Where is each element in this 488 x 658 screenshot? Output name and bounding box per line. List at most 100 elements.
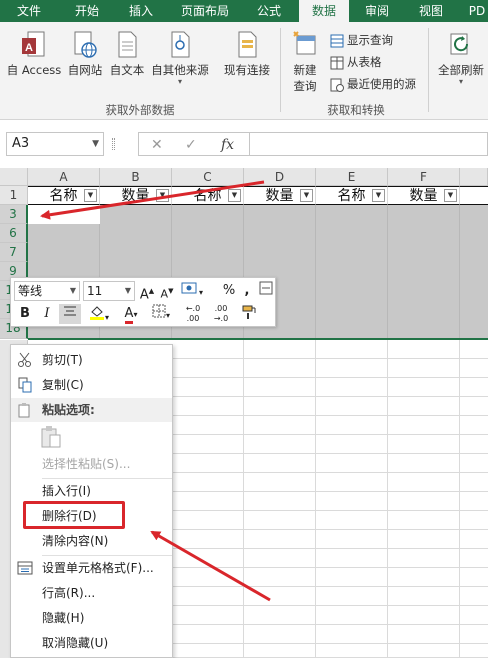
menu-item-format-cells[interactable]: 设置单元格格式(F)... bbox=[11, 556, 174, 580]
font-name-select[interactable]: 等线 ▼ bbox=[14, 281, 80, 301]
percent-style-button[interactable]: % bbox=[221, 281, 237, 301]
menu-item-clear-contents[interactable]: 清除内容(N) bbox=[11, 529, 174, 553]
row-header[interactable]: 7 bbox=[0, 243, 28, 262]
decrease-decimal-button[interactable]: .00 →.0 bbox=[209, 304, 233, 324]
accounting-format-button[interactable]: ▾ bbox=[179, 281, 205, 301]
menu-item-hide[interactable]: 隐藏(H) bbox=[11, 606, 174, 630]
row-header[interactable]: 1 bbox=[0, 186, 28, 205]
show-queries-label: 显示查询 bbox=[347, 33, 393, 47]
refresh-all-label: 全部刷新 bbox=[438, 63, 484, 77]
filter-dropdown-icon[interactable]: ▼ bbox=[300, 189, 313, 202]
borders-button[interactable]: ▾ bbox=[147, 304, 175, 324]
menu-item-label: 隐藏(H) bbox=[42, 611, 85, 625]
column-header[interactable]: C bbox=[172, 168, 244, 186]
new-query-label-2: 查询 bbox=[293, 79, 317, 93]
menu-item-copy[interactable]: 复制(C) bbox=[11, 373, 174, 397]
menu-item-cut[interactable]: 剪切(T) bbox=[11, 348, 174, 372]
menu-item-row-height[interactable]: 行高(R)... bbox=[11, 581, 174, 605]
column-header[interactable]: A bbox=[28, 168, 100, 186]
merge-icon bbox=[259, 281, 273, 295]
tab-pdf[interactable]: PD bbox=[462, 0, 488, 22]
formula-bar: A3 ▼ ✕ ✓ fx bbox=[0, 120, 488, 168]
recent-sources-button[interactable]: 最近使用的源 bbox=[330, 76, 416, 92]
new-query-icon bbox=[293, 31, 316, 55]
column-header[interactable]: B bbox=[100, 168, 172, 186]
enter-icon[interactable]: ✓ bbox=[185, 137, 197, 153]
menu-item-paste-special[interactable]: 选择性粘贴(S)... bbox=[11, 452, 174, 476]
tab-home[interactable]: 开始 bbox=[64, 0, 110, 22]
cancel-icon[interactable]: ✕ bbox=[151, 137, 163, 153]
formula-input[interactable] bbox=[250, 132, 488, 156]
group-label-get-transform: 获取和转换 bbox=[327, 103, 385, 117]
merge-center-button[interactable] bbox=[258, 281, 274, 301]
align-center-button[interactable] bbox=[59, 304, 81, 324]
from-table-button[interactable]: 从表格 bbox=[330, 54, 382, 70]
header-cell[interactable]: 数量 ▼ bbox=[100, 186, 172, 205]
copy-icon bbox=[18, 377, 32, 393]
tab-page-layout[interactable]: 页面布局 bbox=[174, 0, 236, 22]
tab-view[interactable]: 视图 bbox=[408, 0, 454, 22]
tab-file[interactable]: 文件 bbox=[6, 0, 52, 22]
chevron-down-icon[interactable]: ▼ bbox=[92, 133, 99, 155]
header-cell[interactable]: 名称 ▼ bbox=[172, 186, 244, 205]
filter-dropdown-icon[interactable]: ▼ bbox=[228, 189, 241, 202]
menu-item-label: 复制(C) bbox=[42, 378, 84, 392]
header-cell[interactable] bbox=[460, 186, 488, 205]
existing-connections-label: 现有连接 bbox=[224, 63, 270, 77]
menu-item-label: 选择性粘贴(S)... bbox=[42, 457, 131, 471]
from-other-sources-button[interactable]: 自其他来源 ▾ bbox=[148, 30, 212, 86]
bold-button[interactable]: B bbox=[16, 304, 34, 324]
header-cell[interactable]: 数量 ▼ bbox=[244, 186, 316, 205]
access-icon: A bbox=[22, 31, 45, 57]
from-text-button[interactable]: 自文本 bbox=[106, 30, 148, 78]
column-header[interactable]: D bbox=[244, 168, 316, 186]
header-cell[interactable]: 数量 ▼ bbox=[388, 186, 460, 205]
column-header[interactable] bbox=[460, 168, 488, 186]
column-header[interactable]: E bbox=[316, 168, 388, 186]
filter-active-icon[interactable]: ▼ bbox=[84, 189, 97, 202]
scissors-icon bbox=[18, 352, 31, 367]
paste-default-button[interactable] bbox=[39, 425, 65, 451]
font-size-select[interactable]: 11 ▼ bbox=[83, 281, 135, 301]
selected-range[interactable] bbox=[316, 205, 388, 339]
tab-data[interactable]: 数据 bbox=[299, 0, 349, 22]
shrink-font-button[interactable]: A▼ bbox=[159, 281, 175, 301]
insert-function-icon[interactable]: fx bbox=[221, 137, 234, 153]
selected-range[interactable] bbox=[460, 205, 488, 339]
tab-insert[interactable]: 插入 bbox=[118, 0, 164, 22]
show-queries-button[interactable]: 显示查询 bbox=[330, 32, 393, 48]
comma-style-button[interactable]: , bbox=[241, 281, 253, 301]
grow-font-button[interactable]: A▲ bbox=[139, 281, 155, 302]
header-cell[interactable]: 名称 ▼ bbox=[28, 186, 100, 205]
selected-range[interactable] bbox=[388, 205, 460, 339]
name-box[interactable]: A3 ▼ bbox=[6, 132, 104, 156]
refresh-all-button[interactable]: 全部刷新 ▾ bbox=[434, 30, 488, 86]
filter-dropdown-icon[interactable]: ▼ bbox=[444, 189, 457, 202]
header-cell[interactable]: 名称 ▼ bbox=[316, 186, 388, 205]
font-color-button[interactable]: A▾ bbox=[117, 304, 145, 324]
splitter-handle[interactable] bbox=[112, 138, 115, 150]
new-query-button[interactable]: 新建 查询 bbox=[284, 30, 326, 94]
tab-review[interactable]: 审阅 bbox=[354, 0, 400, 22]
column-header[interactable]: F bbox=[388, 168, 460, 186]
menu-item-insert-row[interactable]: 插入行(I) bbox=[11, 479, 174, 503]
increase-decimal-button[interactable]: ←.0 .00 bbox=[181, 304, 205, 324]
format-painter-button[interactable] bbox=[239, 304, 259, 324]
italic-button[interactable]: I bbox=[38, 304, 56, 324]
from-access-button[interactable]: A 自 Access bbox=[4, 30, 64, 78]
row-header[interactable]: 6 bbox=[0, 224, 28, 243]
svg-text:A: A bbox=[25, 42, 33, 54]
font-size-value: 11 bbox=[87, 284, 103, 298]
chevron-down-icon: ▾ bbox=[165, 311, 170, 320]
from-web-button[interactable]: 自网站 bbox=[64, 30, 106, 78]
row-header[interactable]: 3 bbox=[0, 205, 28, 224]
filter-dropdown-icon[interactable]: ▼ bbox=[372, 189, 385, 202]
align-center-icon bbox=[64, 306, 76, 316]
menu-item-unhide[interactable]: 取消隐藏(U) bbox=[11, 631, 174, 655]
filter-dropdown-icon[interactable]: ▼ bbox=[156, 189, 169, 202]
tab-formulas[interactable]: 公式 bbox=[246, 0, 292, 22]
select-all-corner[interactable] bbox=[0, 168, 28, 186]
fill-color-button[interactable]: ▾ bbox=[85, 304, 113, 324]
text-file-icon bbox=[118, 31, 137, 58]
existing-connections-button[interactable]: 现有连接 bbox=[218, 30, 276, 78]
